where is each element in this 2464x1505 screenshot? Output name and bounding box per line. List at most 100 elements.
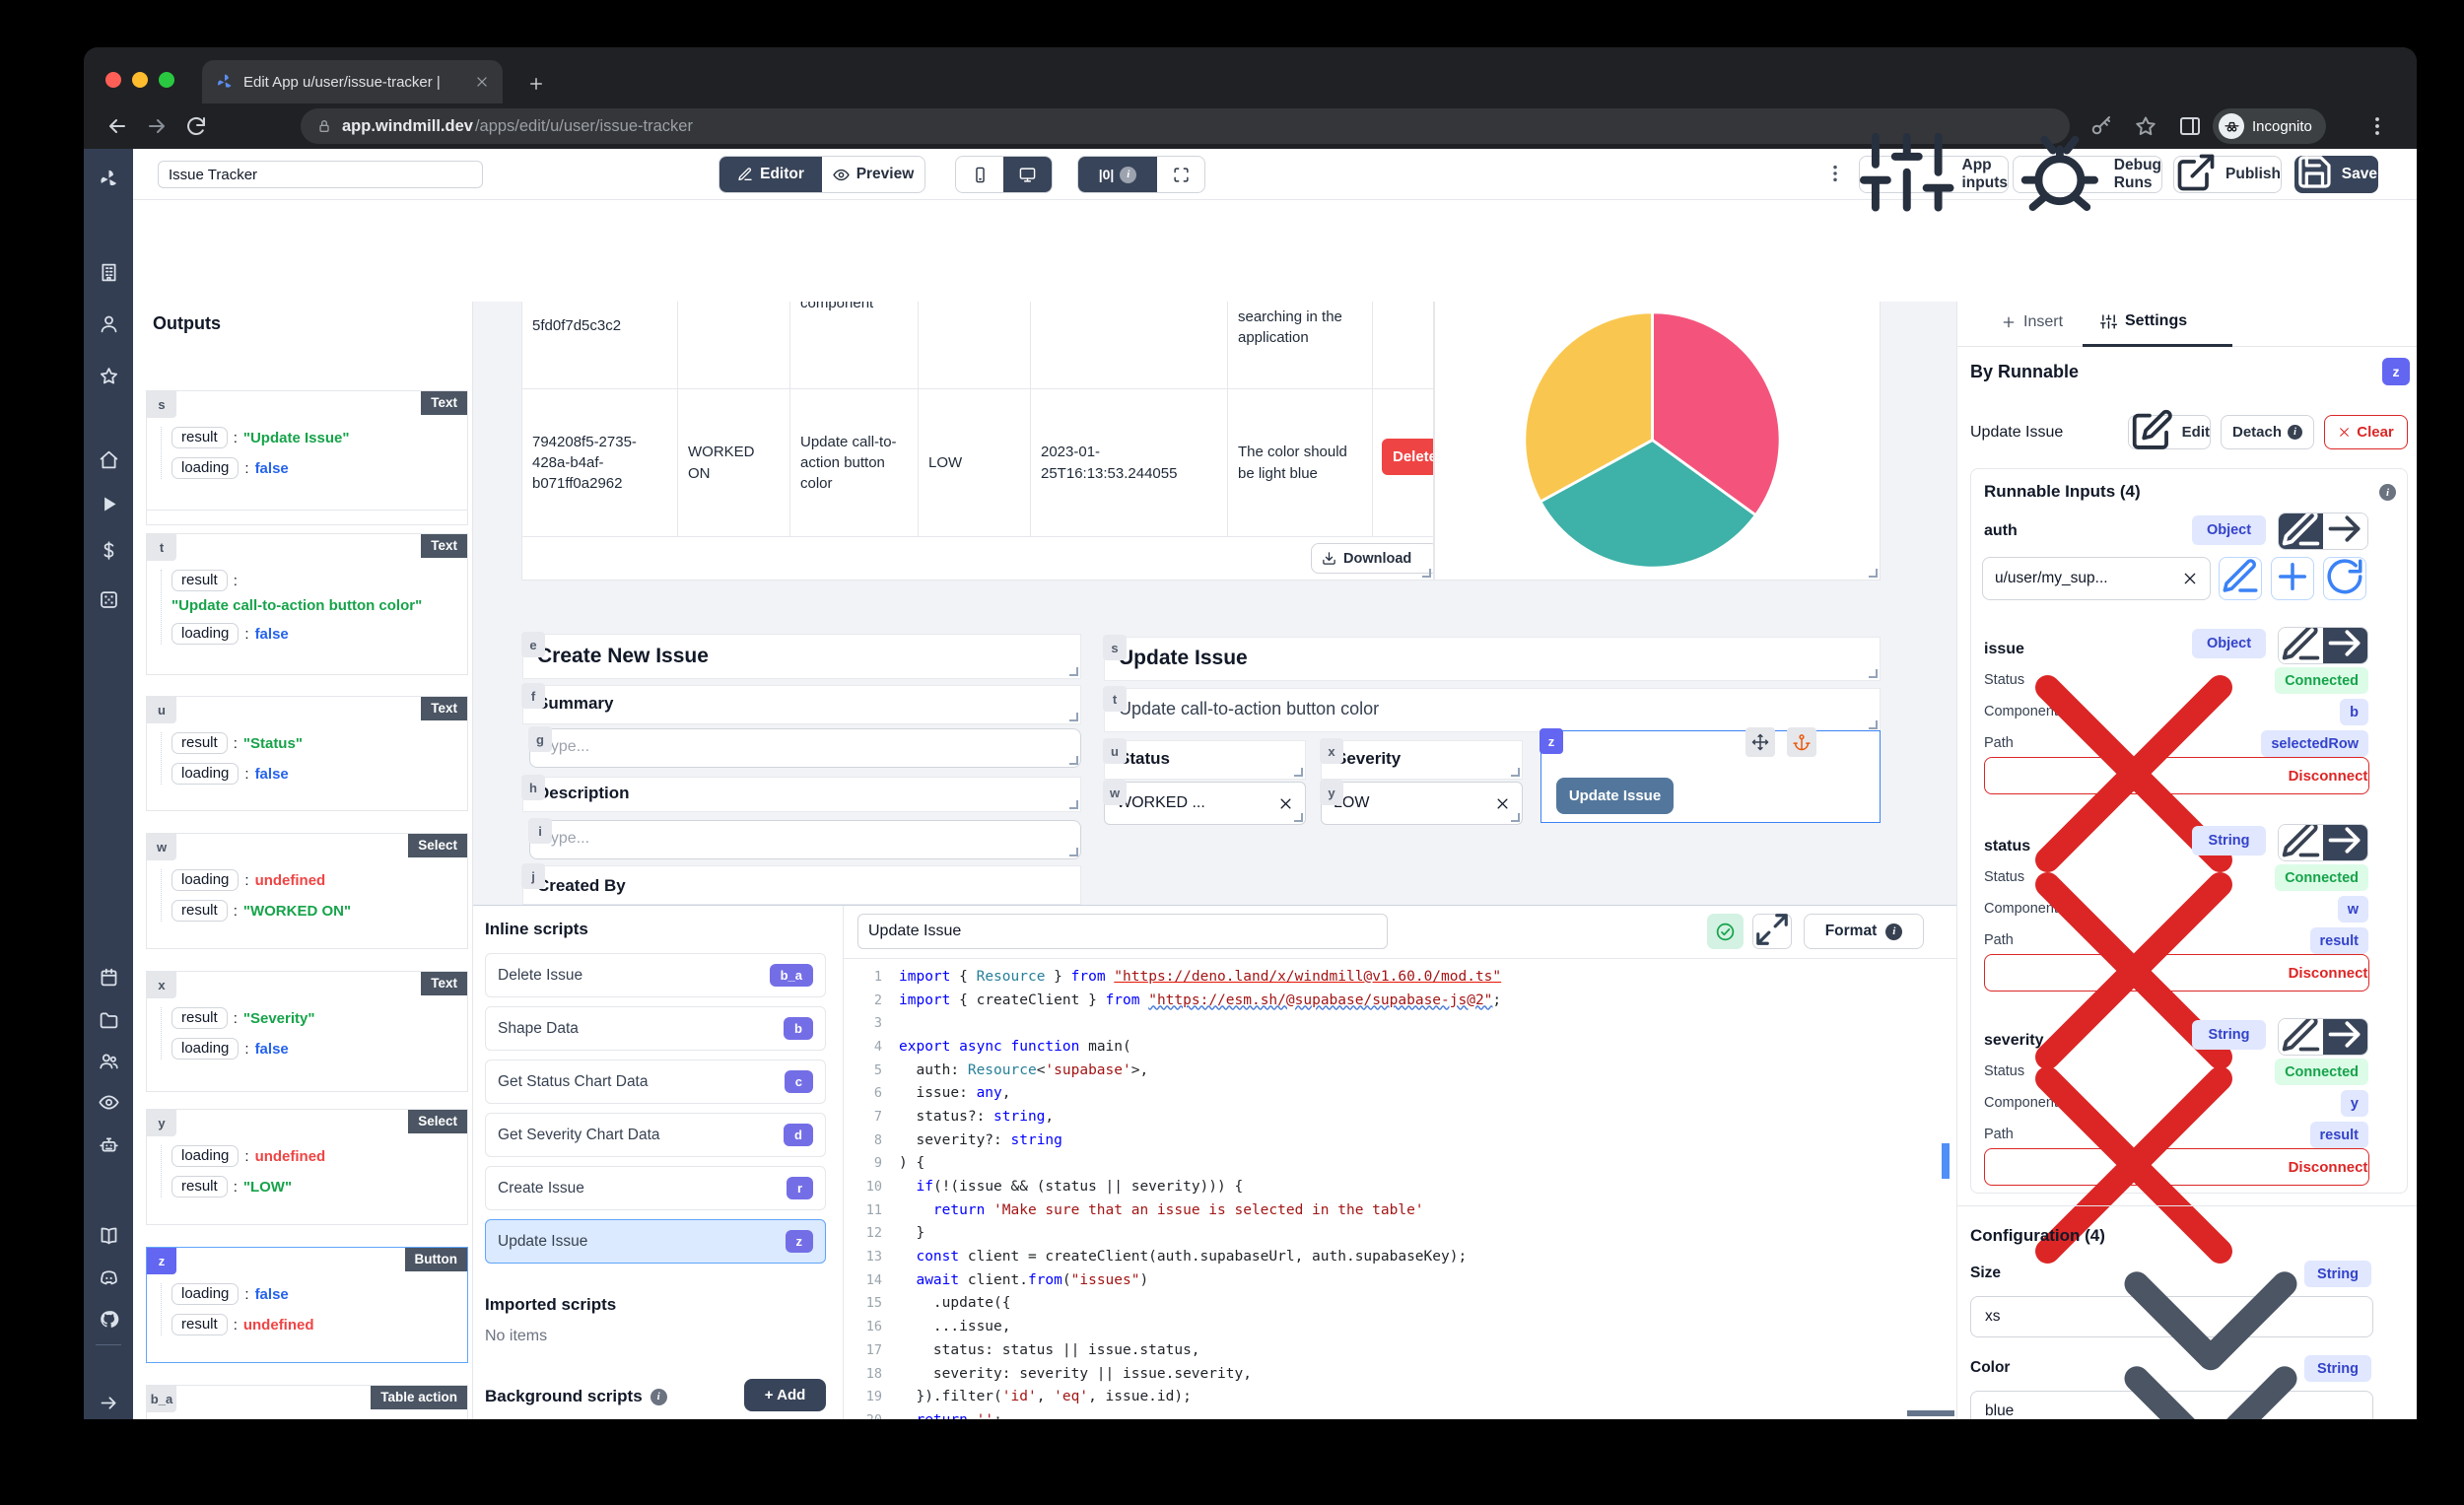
mobile-view-button[interactable] <box>956 157 1003 192</box>
editor-mode-button[interactable]: Editor <box>719 157 822 192</box>
inline-script-c[interactable]: Get Status Chart Data c <box>485 1060 826 1104</box>
output-card-w[interactable]: w Select loading: undefined result: "WORKED O… <box>146 833 468 949</box>
fullscreen-button[interactable] <box>1157 157 1204 192</box>
summary-input[interactable]: Type... <box>529 728 1081 768</box>
anchor-icon[interactable] <box>1787 727 1816 757</box>
output-card-y[interactable]: y Select loading: undefined result: "LOW" <box>146 1109 468 1225</box>
side-panel-icon[interactable] <box>2178 114 2202 138</box>
home-icon[interactable] <box>84 444 133 475</box>
edit-runnable-button[interactable]: Edit <box>2128 409 2211 449</box>
selected-button-component[interactable]: Update Issue <box>1540 727 1881 823</box>
output-card-s[interactable]: s Text result: "Update Issue" loading: false <box>146 390 468 511</box>
static-mode-button[interactable] <box>2279 628 2323 663</box>
new-tab-button[interactable] <box>527 75 545 93</box>
detach-button[interactable]: Detach i <box>2221 415 2314 449</box>
book-icon[interactable] <box>84 1219 133 1251</box>
preview-mode-button[interactable]: Preview <box>822 157 924 192</box>
script-name-input[interactable]: Update Issue <box>857 914 1388 949</box>
star-icon[interactable] <box>84 360 133 391</box>
code-editor[interactable]: 1 import { Resource } from "https://deno.… <box>853 965 1949 1419</box>
inline-script-d[interactable]: Get Severity Chart Data d <box>485 1113 826 1157</box>
tab-insert[interactable]: Insert <box>2001 313 2063 331</box>
output-card-u[interactable]: u Text result: "Status" loading: false <box>146 696 468 811</box>
output-card-x[interactable]: x Text result: "Severity" loading: false <box>146 971 468 1092</box>
format-button[interactable]: Format i <box>1804 914 1924 949</box>
output-card-b_a[interactable]: b_aTable actionloading:falseresult:undef… <box>146 1385 468 1419</box>
clear-severity-icon[interactable] <box>1495 796 1510 811</box>
add-resource-button[interactable] <box>2271 557 2314 600</box>
dollar-icon[interactable] <box>84 534 133 566</box>
dice-icon[interactable] <box>84 583 133 615</box>
close-window-button[interactable] <box>105 72 121 88</box>
address-bar[interactable]: app.windmill.dev/apps/edit/u/user/issue-… <box>301 108 2070 144</box>
pie-chart-panel[interactable] <box>1434 302 1881 581</box>
output-card-t[interactable]: t Text result: "Update call-to-action butto… <box>146 533 468 675</box>
create-form-title-container[interactable]: Create New Issue <box>522 634 1081 679</box>
created-by-label-container[interactable]: Created By <box>522 865 1081 905</box>
robot-icon[interactable] <box>84 1129 133 1160</box>
more-menu-icon[interactable] <box>1824 163 1848 186</box>
connect-mode-button[interactable] <box>2323 513 2367 549</box>
arrow-icon[interactable] <box>84 1387 133 1418</box>
inline-script-r[interactable]: Create Issue r <box>485 1166 826 1210</box>
app-title-input[interactable]: Issue Tracker <box>158 161 483 188</box>
folder-icon[interactable] <box>84 1003 133 1035</box>
calendar-icon[interactable] <box>84 961 133 992</box>
status-select[interactable]: WORKED ... <box>1104 782 1306 825</box>
status-label-container[interactable]: Status <box>1104 740 1306 780</box>
connect-mode-button[interactable] <box>2323 1019 2367 1055</box>
disconnect-button[interactable]: Disconnect <box>1984 675 2369 872</box>
severity-select[interactable]: LOW <box>1321 782 1523 825</box>
window-controls[interactable] <box>105 72 174 88</box>
publish-button[interactable]: Publish <box>2173 154 2282 193</box>
eye-icon[interactable] <box>84 1086 133 1118</box>
tab-settings[interactable]: Settings <box>2100 312 2187 330</box>
forward-icon[interactable] <box>145 114 169 138</box>
inline-script-b[interactable]: Shape Data b <box>485 1006 826 1051</box>
save-button[interactable]: Save <box>2294 156 2378 193</box>
users-icon[interactable] <box>84 1045 133 1076</box>
tab-close-icon[interactable] <box>475 75 489 89</box>
maximize-window-button[interactable] <box>159 72 174 88</box>
debug-runs-button[interactable]: Debug Runs <box>2013 135 2162 211</box>
description-label-container[interactable]: Description <box>522 777 1081 812</box>
add-background-script-button[interactable]: + Add <box>744 1379 826 1411</box>
editor-hscrollbar[interactable] <box>1907 1410 1954 1416</box>
clear-button[interactable]: Clear <box>2324 415 2408 449</box>
editor-scrollbar[interactable] <box>1942 1143 1950 1179</box>
static-mode-button[interactable] <box>2279 825 2323 860</box>
issues-table[interactable]: 5fd0f7d5c3c2 component searching in the ap… <box>521 302 1434 581</box>
severity-label-container[interactable]: Severity <box>1321 740 1523 780</box>
auth-resource-input[interactable]: u/user/my_sup... <box>1982 557 2211 600</box>
connect-mode-button[interactable] <box>2323 825 2367 860</box>
browser-tab[interactable]: Edit App u/user/issue-tracker | <box>202 60 503 103</box>
back-icon[interactable] <box>105 114 129 138</box>
play-icon[interactable] <box>84 488 133 519</box>
static-mode-button[interactable] <box>2279 1019 2323 1055</box>
disconnect-button[interactable]: Disconnect <box>1984 872 2369 1069</box>
update-form-subtitle-container[interactable]: Update call-to-action button color <box>1104 688 1881 732</box>
discord-icon[interactable] <box>84 1262 133 1293</box>
app-inputs-button[interactable]: App inputs <box>1859 132 2009 212</box>
refresh-resource-button[interactable] <box>2323 557 2366 600</box>
update-issue-button[interactable]: Update Issue <box>1556 778 1674 814</box>
static-mode-button[interactable] <box>2279 513 2323 549</box>
connect-mode-button[interactable] <box>2323 628 2367 663</box>
desktop-view-button[interactable] <box>1003 157 1052 192</box>
windmill-logo-icon[interactable] <box>84 163 133 194</box>
output-card-z[interactable]: z Button loading: false result: undefined <box>146 1247 468 1363</box>
minimize-window-button[interactable] <box>132 72 148 88</box>
github-icon[interactable] <box>84 1303 133 1334</box>
clear-resource-icon[interactable] <box>2182 571 2198 586</box>
update-form-title-container[interactable]: Update Issue <box>1104 637 1881 681</box>
delete-row-button[interactable]: Delete <box>1382 439 1433 475</box>
bookmark-star-icon[interactable] <box>2134 114 2157 138</box>
inline-script-b_a[interactable]: Delete Issue b_a <box>485 953 826 997</box>
download-button[interactable]: Download <box>1311 543 1433 574</box>
browser-menu-icon[interactable] <box>2365 114 2389 138</box>
edit-resource-button[interactable] <box>2219 557 2262 600</box>
hide-panes-button[interactable]: |0| i <box>1078 157 1157 192</box>
clear-status-icon[interactable] <box>1278 796 1293 811</box>
reload-icon[interactable] <box>184 114 208 138</box>
color-select[interactable]: blue <box>1970 1365 2373 1419</box>
